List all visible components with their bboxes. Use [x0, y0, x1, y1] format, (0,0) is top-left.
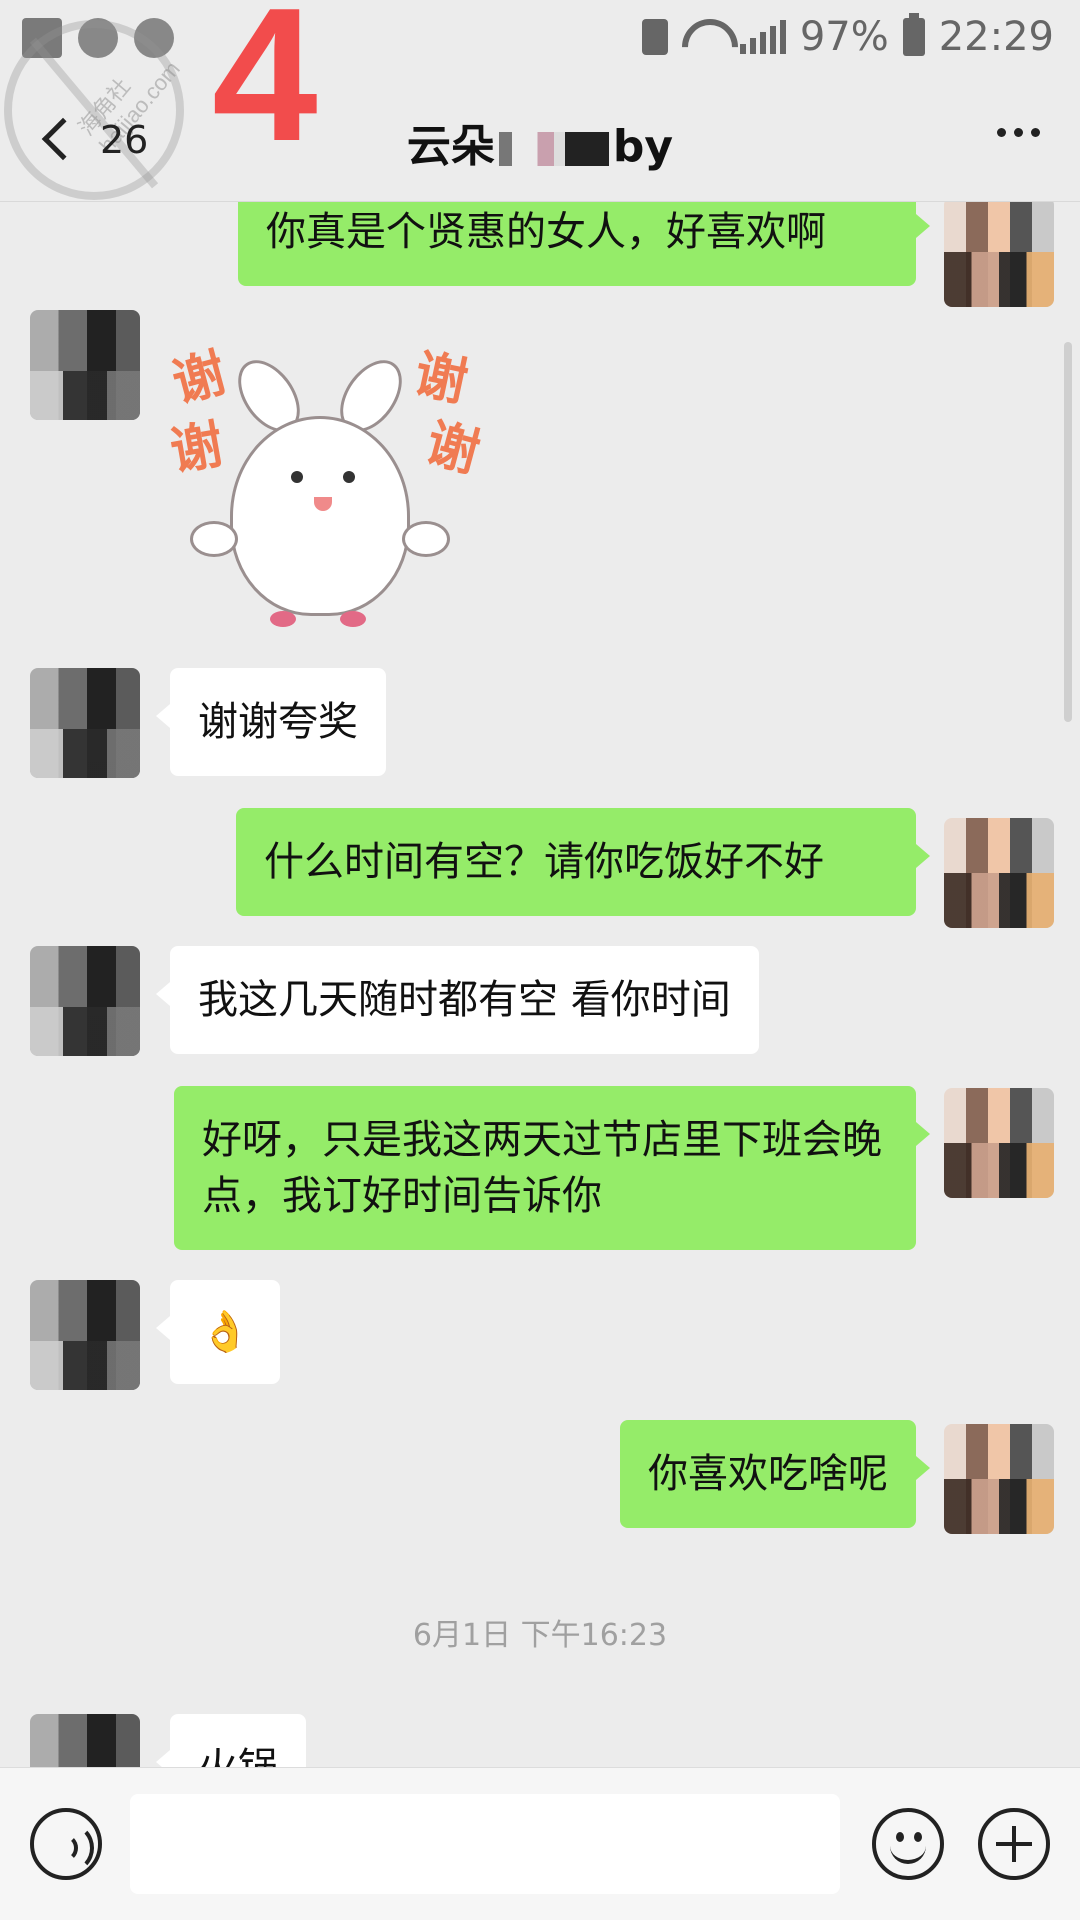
sticker-text: 谢	[419, 413, 486, 485]
contact-avatar[interactable]	[30, 668, 140, 778]
message-text: 你真是个贤惠的女人，好喜欢啊	[266, 209, 826, 255]
message-bubble-received[interactable]: 谢谢夸奖	[156, 668, 386, 776]
wifi-icon	[682, 19, 726, 55]
message-bubble-sent[interactable]: 好呀，只是我这两天过节店里下班会晚点，我订好时间告诉你	[174, 1086, 930, 1250]
contact-avatar[interactable]	[30, 310, 140, 420]
more-dot-icon	[997, 128, 1006, 137]
my-avatar[interactable]	[944, 818, 1054, 928]
message-bubble-received[interactable]: 我这几天随时都有空 看你时间	[156, 946, 759, 1054]
voice-icon[interactable]	[30, 1808, 102, 1880]
message-bubble-received[interactable]: 👌	[156, 1280, 280, 1384]
more-options-button[interactable]	[997, 128, 1040, 137]
message-list[interactable]: 你真是个贤惠的女人，好喜欢啊 谢 谢 谢 谢 谢谢夸奖 什么时间有空？请你吃饭好…	[0, 202, 1080, 1767]
battery-percent: 97%	[799, 14, 889, 60]
emoji-icon[interactable]	[872, 1808, 944, 1880]
scrollbar[interactable]	[1064, 342, 1072, 722]
chat-title-start: 云朵	[406, 121, 495, 172]
bunny-arm	[402, 521, 450, 557]
signal-icon	[739, 20, 786, 54]
contact-avatar[interactable]	[30, 1280, 140, 1390]
bunny-arm	[190, 521, 238, 557]
message-bubble-sent[interactable]: 你真是个贤惠的女人，好喜欢啊	[238, 202, 930, 286]
message-text: 火锅	[198, 1745, 278, 1767]
chat-title-end: by	[612, 121, 674, 172]
more-dot-icon	[1014, 128, 1023, 137]
input-bar	[0, 1767, 1080, 1920]
title-blur	[498, 132, 609, 166]
message-input[interactable]	[130, 1794, 840, 1894]
my-avatar[interactable]	[944, 202, 1054, 307]
battery-icon	[902, 13, 925, 56]
message-text: 好呀，只是我这两天过节店里下班会晚点，我订好时间告诉你	[202, 1117, 882, 1219]
sticker-text: 谢	[166, 343, 233, 415]
sticker-text: 谢	[166, 414, 228, 483]
message-text: 谢谢夸奖	[198, 699, 358, 745]
contact-avatar[interactable]	[30, 1714, 140, 1767]
plus-icon[interactable]	[978, 1808, 1050, 1880]
ok-hand-emoji: 👌	[200, 1309, 250, 1355]
storage-icon	[641, 19, 668, 55]
message-bubble-sent[interactable]: 什么时间有空？请你吃饭好不好	[236, 808, 930, 916]
message-timestamp: 6月1日 下午16:23	[412, 1618, 668, 1653]
message-bubble-received[interactable]: 火锅	[156, 1714, 306, 1767]
message-text: 你喜欢吃啥呢	[648, 1451, 888, 1497]
my-avatar[interactable]	[944, 1424, 1054, 1534]
message-bubble-sent[interactable]: 你喜欢吃啥呢	[620, 1420, 930, 1528]
bunny-body	[230, 416, 410, 616]
message-text: 什么时间有空？请你吃饭好不好	[264, 839, 824, 885]
bunny-foot	[340, 611, 366, 627]
chat-title: 云朵 by	[0, 110, 1080, 174]
my-avatar[interactable]	[944, 1088, 1054, 1198]
more-dot-icon	[1031, 128, 1040, 137]
message-text: 我这几天随时都有空 看你时间	[198, 977, 731, 1023]
chat-header: 26 云朵 by	[0, 80, 1080, 202]
thank-you-bunny-sticker[interactable]: 谢 谢 谢 谢	[166, 306, 500, 636]
clock: 22:29	[938, 14, 1054, 60]
contact-avatar[interactable]	[30, 946, 140, 1056]
bunny-foot	[270, 611, 296, 627]
